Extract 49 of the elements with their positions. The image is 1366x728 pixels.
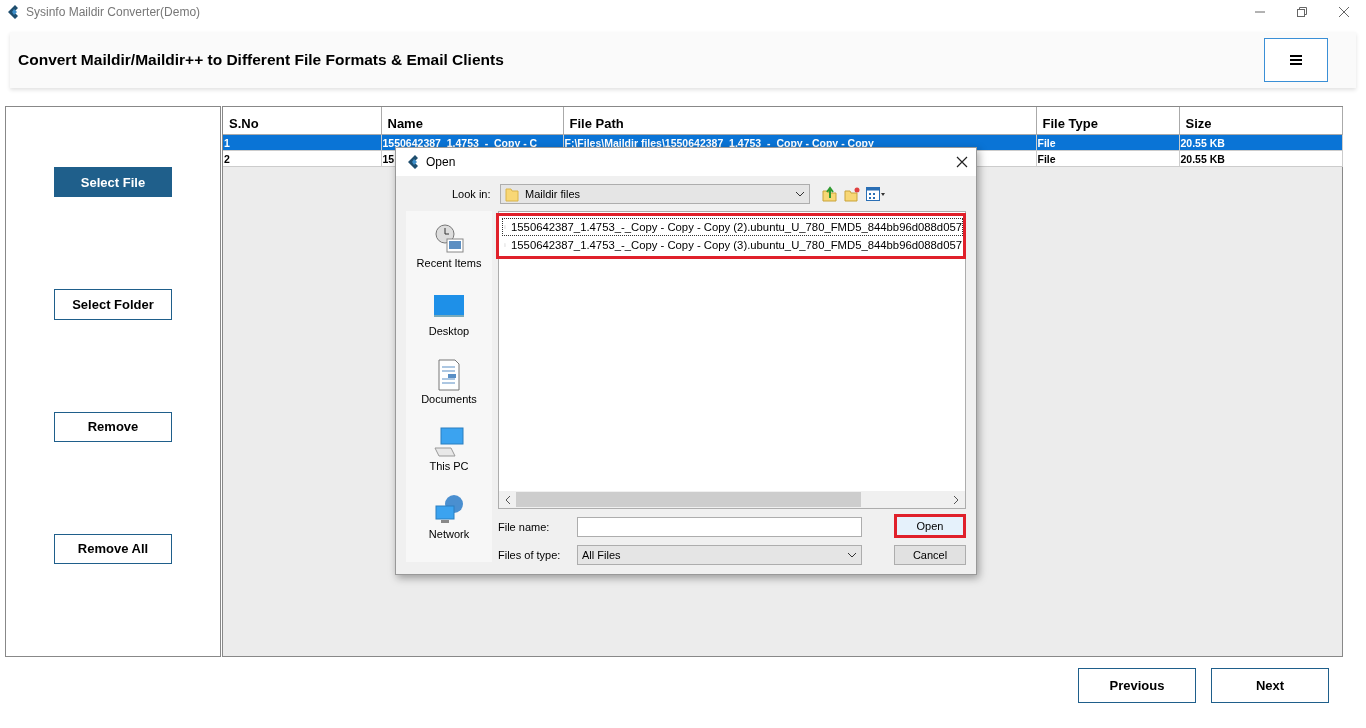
folder-up-icon[interactable] (822, 186, 838, 202)
file-name-label: File name: (498, 521, 551, 533)
place-item[interactable]: Desktop (428, 290, 470, 359)
file-item[interactable]: 1550642387_1.4753_-_Copy - Copy - Copy (3).ubuntu_U_780_FMD5_844bb96d088d057 (502, 236, 963, 254)
scroll-right-icon (953, 494, 959, 505)
place-item[interactable]: Recent Items (416, 223, 482, 291)
file-name-field[interactable] (577, 517, 862, 537)
files-of-type-label: Files of type: (498, 549, 562, 561)
cancel-button[interactable]: Cancel (894, 545, 966, 565)
column-header[interactable]: File Type (1036, 107, 1179, 135)
table-cell: 2 (223, 150, 381, 167)
caret-icon (847, 552, 857, 558)
look-in-dropdown[interactable]: Maildir files (500, 184, 810, 204)
place-item[interactable]: Network (428, 494, 470, 562)
next-button[interactable]: Next (1211, 668, 1329, 703)
select-folder-button[interactable]: Select Folder (54, 289, 172, 320)
table-cell: File (1036, 150, 1179, 167)
table-cell: 20.55 KB (1179, 150, 1342, 167)
column-header[interactable]: File Path (563, 107, 1036, 135)
scroll-left-icon (505, 494, 511, 505)
previous-button[interactable]: Previous (1078, 668, 1196, 703)
header-title: Convert Maildir/Maildir++ to Different File Formats & Email Clients (18, 51, 504, 69)
app-logo-icon (406, 154, 420, 170)
open-button[interactable]: Open (894, 514, 966, 538)
place-item[interactable]: This PC (429, 426, 469, 495)
look-in-label: Look in: (452, 188, 492, 200)
remove-button[interactable]: Remove (54, 411, 172, 442)
recent-items-icon (433, 223, 465, 255)
window-title: Sysinfo Maildir Converter(Demo) (26, 5, 201, 19)
file-item[interactable]: 1550642387_1.4753_-_Copy - Copy - Copy (2).ubuntu_U_780_FMD5_844bb96d088d057 (502, 218, 963, 236)
dialog-title: Open (426, 155, 456, 169)
computer-icon (433, 426, 465, 459)
menu-button[interactable] (1264, 38, 1328, 82)
remove-all-button[interactable]: Remove All (54, 533, 172, 564)
scrollbar[interactable] (499, 491, 965, 508)
select-file-button[interactable]: Select File (54, 167, 172, 198)
file-type-dropdown[interactable]: All Files (577, 545, 862, 565)
new-folder-icon[interactable] (844, 186, 860, 202)
menu-icon (1290, 55, 1302, 65)
column-header[interactable]: S.No (223, 107, 381, 135)
column-header[interactable]: Name (381, 107, 563, 135)
restore-icon[interactable] (1296, 6, 1308, 18)
folder-icon (505, 186, 519, 202)
close-icon[interactable] (956, 156, 968, 168)
caret-icon (795, 191, 805, 197)
view-menu-icon[interactable] (866, 187, 886, 201)
place-item[interactable]: Documents (421, 358, 477, 427)
app-logo-icon (6, 4, 20, 20)
column-header[interactable]: Size (1179, 107, 1342, 135)
